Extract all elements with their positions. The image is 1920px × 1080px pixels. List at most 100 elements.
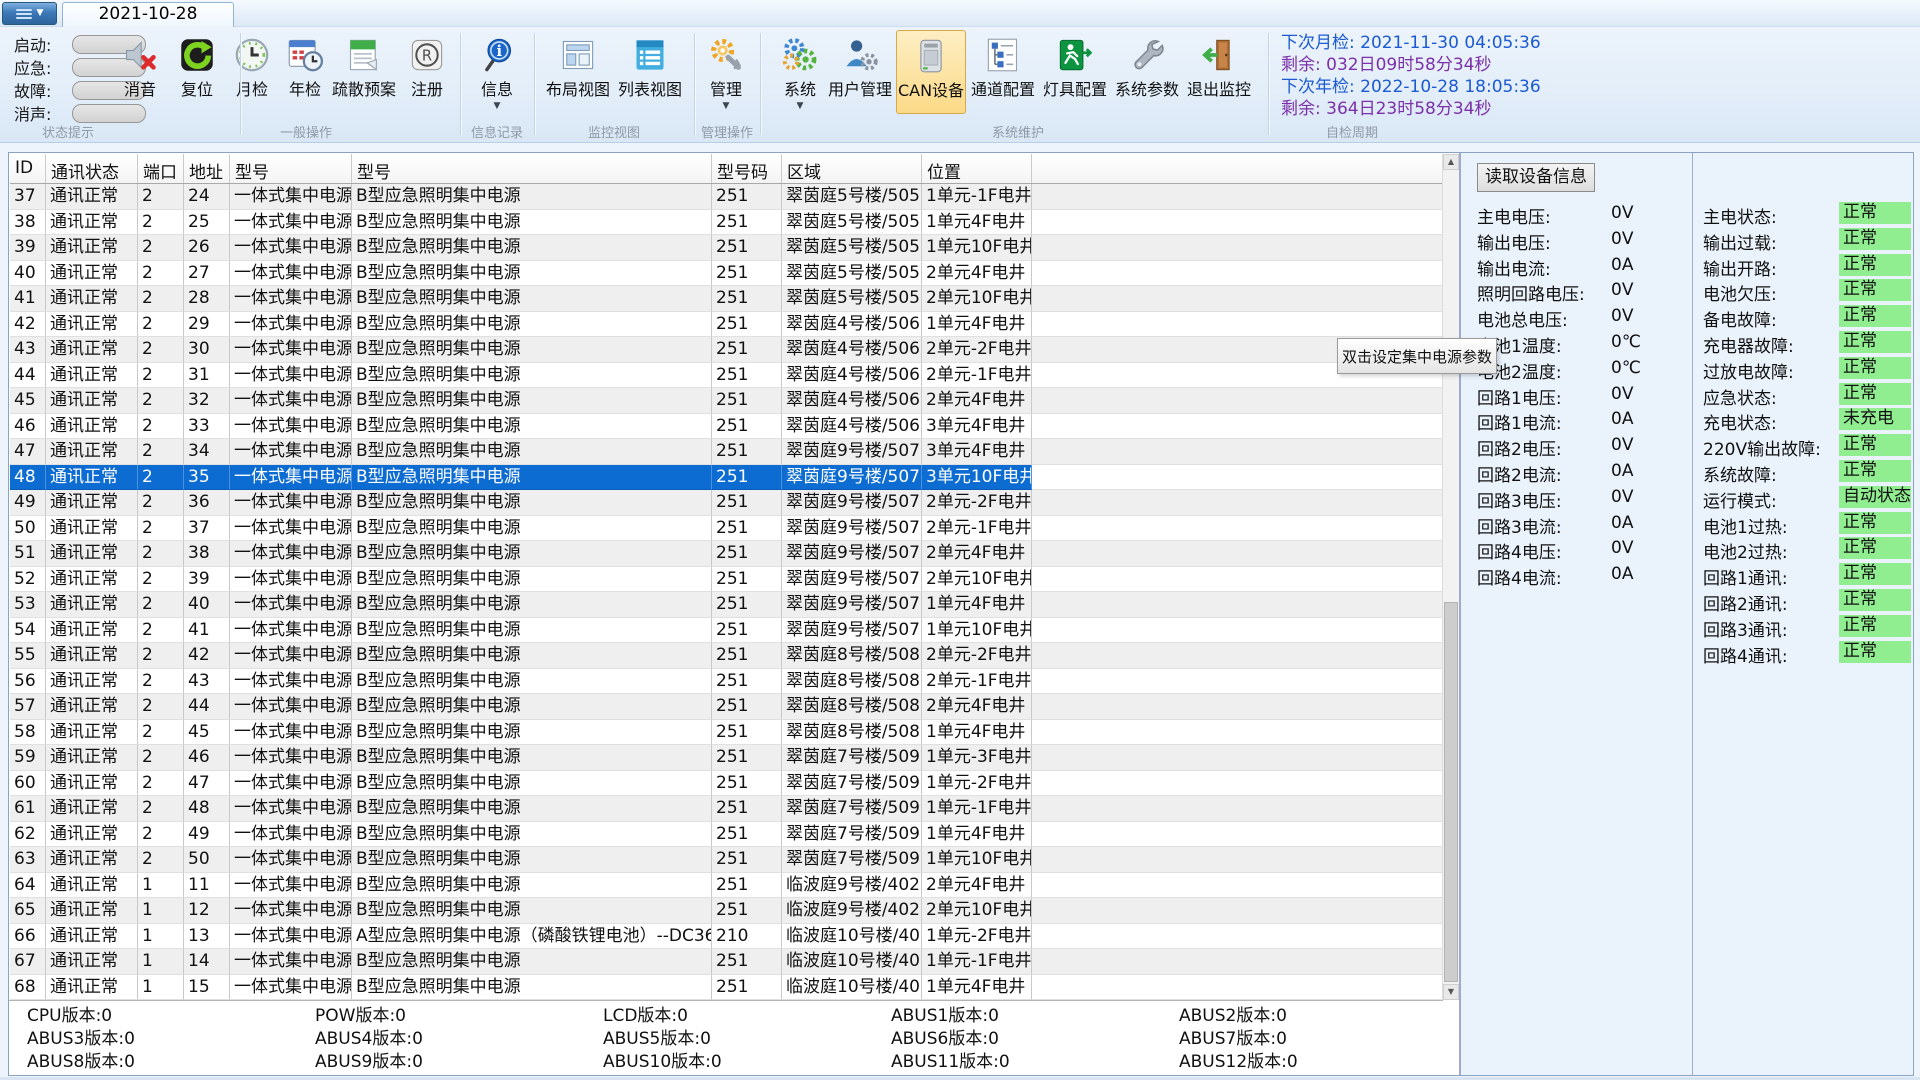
table-cell[interactable]: 一体式集中电源 bbox=[230, 516, 352, 542]
table-cell[interactable]: 一体式集中电源 bbox=[230, 184, 352, 210]
table-row[interactable]: 38通讯正常225一体式集中电源B型应急照明集中电源251翠茵庭5号楼/5051… bbox=[10, 210, 1442, 236]
table-cell[interactable]: 通讯正常 bbox=[46, 490, 138, 516]
table-cell[interactable]: 2 bbox=[138, 771, 184, 797]
table-cell[interactable]: 翠茵庭9号楼/507 bbox=[782, 567, 922, 593]
table-row[interactable]: 65通讯正常112一体式集中电源B型应急照明集中电源251临波庭9号楼/4022… bbox=[10, 898, 1442, 924]
table-cell[interactable]: 15 bbox=[184, 975, 230, 1001]
table-cell[interactable]: 1单元-2F电井 bbox=[922, 771, 1032, 797]
table-cell[interactable]: 翠茵庭4号楼/506 bbox=[782, 388, 922, 414]
table-cell[interactable]: 2 bbox=[138, 184, 184, 210]
table-cell[interactable]: 54 bbox=[10, 618, 46, 644]
toolbar-button-can-device[interactable]: CAN设备 bbox=[896, 30, 966, 114]
table-cell[interactable]: 2 bbox=[138, 414, 184, 440]
table-cell[interactable]: 翠茵庭9号楼/507 bbox=[782, 490, 922, 516]
table-cell[interactable]: 48 bbox=[10, 465, 46, 491]
table-cell[interactable]: 1单元-3F电井 bbox=[922, 745, 1032, 771]
table-cell[interactable]: 1 bbox=[138, 898, 184, 924]
table-cell[interactable]: 2 bbox=[138, 618, 184, 644]
scroll-up-button[interactable]: ▲ bbox=[1443, 154, 1459, 170]
table-cell[interactable]: 2 bbox=[138, 669, 184, 695]
table-cell[interactable]: 一体式集中电源 bbox=[230, 873, 352, 899]
table-cell[interactable]: 一体式集中电源 bbox=[230, 847, 352, 873]
toolbar-button-monthly-check[interactable]: 月检 bbox=[226, 30, 278, 114]
table-cell[interactable]: 61 bbox=[10, 796, 46, 822]
table-cell[interactable]: 通讯正常 bbox=[46, 541, 138, 567]
table-cell[interactable]: 一体式集中电源 bbox=[230, 796, 352, 822]
table-cell[interactable]: 48 bbox=[184, 796, 230, 822]
table-cell[interactable]: 55 bbox=[10, 643, 46, 669]
table-cell[interactable]: 一体式集中电源 bbox=[230, 771, 352, 797]
table-cell[interactable]: 2 bbox=[138, 643, 184, 669]
table-cell[interactable]: 251 bbox=[712, 439, 782, 465]
table-cell[interactable]: B型应急照明集中电源 bbox=[352, 235, 712, 261]
table-cell[interactable]: 2单元4F电井 bbox=[922, 541, 1032, 567]
table-cell[interactable]: 27 bbox=[184, 261, 230, 287]
table-cell[interactable]: 通讯正常 bbox=[46, 975, 138, 1001]
table-row[interactable]: 45通讯正常232一体式集中电源B型应急照明集中电源251翠茵庭4号楼/5062… bbox=[10, 388, 1442, 414]
table-cell[interactable]: 3单元4F电井 bbox=[922, 439, 1032, 465]
table-cell[interactable]: 通讯正常 bbox=[46, 771, 138, 797]
table-cell[interactable]: B型应急照明集中电源 bbox=[352, 490, 712, 516]
table-cell[interactable]: 251 bbox=[712, 235, 782, 261]
table-cell[interactable]: 44 bbox=[10, 363, 46, 389]
table-cell[interactable]: 34 bbox=[184, 439, 230, 465]
table-row[interactable]: 41通讯正常228一体式集中电源B型应急照明集中电源251翠茵庭5号楼/5052… bbox=[10, 286, 1442, 312]
table-cell[interactable]: B型应急照明集中电源 bbox=[352, 312, 712, 338]
table-row[interactable]: 67通讯正常114一体式集中电源B型应急照明集中电源251临波庭10号楼/403… bbox=[10, 949, 1442, 975]
table-cell[interactable]: 通讯正常 bbox=[46, 949, 138, 975]
table-cell[interactable]: 临波庭10号楼/403 bbox=[782, 924, 922, 950]
table-cell[interactable]: 1单元10F电井 bbox=[922, 235, 1032, 261]
table-cell[interactable]: 251 bbox=[712, 567, 782, 593]
toolbar-button-channel-config[interactable]: 通道配置 bbox=[968, 30, 1038, 114]
table-cell[interactable]: B型应急照明集中电源 bbox=[352, 592, 712, 618]
table-cell[interactable]: 3单元10F电井 bbox=[922, 465, 1032, 491]
table-header-cell[interactable]: 型号 bbox=[230, 154, 352, 183]
table-cell[interactable]: 56 bbox=[10, 669, 46, 695]
table-cell[interactable]: 翠茵庭9号楼/507 bbox=[782, 618, 922, 644]
table-cell[interactable]: 46 bbox=[10, 414, 46, 440]
table-cell[interactable]: 一体式集中电源 bbox=[230, 490, 352, 516]
table-cell[interactable]: 一体式集中电源 bbox=[230, 541, 352, 567]
table-cell[interactable]: 2 bbox=[138, 694, 184, 720]
toolbar-button-annual-check[interactable]: 年检 bbox=[279, 30, 331, 114]
table-cell[interactable]: 通讯正常 bbox=[46, 363, 138, 389]
table-cell[interactable]: 通讯正常 bbox=[46, 388, 138, 414]
table-cell[interactable]: 临波庭9号楼/402 bbox=[782, 898, 922, 924]
table-cell[interactable]: B型应急照明集中电源 bbox=[352, 516, 712, 542]
table-cell[interactable]: 一体式集中电源 bbox=[230, 975, 352, 1001]
table-cell[interactable]: 2 bbox=[138, 796, 184, 822]
table-cell[interactable]: B型应急照明集中电源 bbox=[352, 975, 712, 1001]
toolbar-button-exit-monitor[interactable]: 退出监控 bbox=[1184, 30, 1254, 114]
table-cell[interactable]: 2 bbox=[138, 490, 184, 516]
table-cell[interactable]: 62 bbox=[10, 822, 46, 848]
table-cell[interactable]: 一体式集中电源 bbox=[230, 745, 352, 771]
app-menu-button[interactable]: ▼ bbox=[2, 2, 57, 25]
table-cell[interactable]: 50 bbox=[10, 516, 46, 542]
table-cell[interactable]: 2 bbox=[138, 363, 184, 389]
toolbar-button-evacuation-plan[interactable]: 疏散预案 bbox=[327, 30, 401, 114]
table-cell[interactable]: 翠茵庭5号楼/505 bbox=[782, 184, 922, 210]
table-cell[interactable]: 2 bbox=[138, 592, 184, 618]
table-cell[interactable]: 翠茵庭4号楼/506 bbox=[782, 312, 922, 338]
table-cell[interactable]: 49 bbox=[10, 490, 46, 516]
table-cell[interactable]: 251 bbox=[712, 822, 782, 848]
table-cell[interactable]: 2 bbox=[138, 210, 184, 236]
table-cell[interactable]: 2 bbox=[138, 235, 184, 261]
table-cell[interactable]: 251 bbox=[712, 286, 782, 312]
table-row[interactable]: 43通讯正常230一体式集中电源B型应急照明集中电源251翠茵庭4号楼/5062… bbox=[10, 337, 1442, 363]
table-cell[interactable]: 一体式集中电源 bbox=[230, 312, 352, 338]
table-cell[interactable]: 251 bbox=[712, 210, 782, 236]
toolbar-button-manage[interactable]: 管理▼ bbox=[698, 30, 754, 114]
table-cell[interactable]: 251 bbox=[712, 414, 782, 440]
table-cell[interactable]: 2 bbox=[138, 720, 184, 746]
table-row[interactable]: 57通讯正常244一体式集中电源B型应急照明集中电源251翠茵庭8号楼/5082… bbox=[10, 694, 1442, 720]
table-row[interactable]: 39通讯正常226一体式集中电源B型应急照明集中电源251翠茵庭5号楼/5051… bbox=[10, 235, 1442, 261]
table-cell[interactable]: 一体式集中电源 bbox=[230, 286, 352, 312]
table-cell[interactable]: 40 bbox=[184, 592, 230, 618]
table-cell[interactable]: 1单元4F电井 bbox=[922, 210, 1032, 236]
table-cell[interactable]: 251 bbox=[712, 873, 782, 899]
table-cell[interactable]: 37 bbox=[10, 184, 46, 210]
table-cell[interactable]: 251 bbox=[712, 771, 782, 797]
toolbar-button-layout-view[interactable]: 布局视图 bbox=[543, 30, 613, 114]
table-cell[interactable]: B型应急照明集中电源 bbox=[352, 337, 712, 363]
